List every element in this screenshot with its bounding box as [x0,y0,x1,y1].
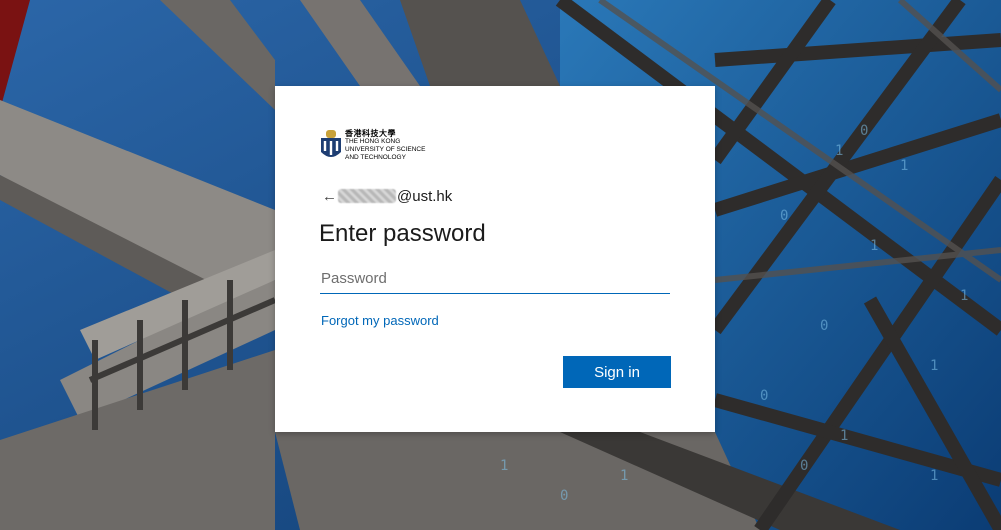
svg-text:1: 1 [835,143,843,159]
sign-in-card: 香港科技大學 THE HONG KONG UNIVERSITY OF SCIEN… [275,86,715,432]
identity-banner: ← @ust.hk [322,186,452,206]
svg-text:1: 1 [870,238,878,254]
svg-text:0: 0 [820,318,828,334]
svg-text:1: 1 [930,358,938,374]
redacted-username [338,189,396,203]
svg-text:1: 1 [620,468,628,484]
svg-text:0: 0 [760,388,768,404]
svg-text:0: 0 [860,123,868,139]
svg-text:1: 1 [900,158,908,174]
email-domain: @ust.hk [397,187,453,205]
svg-text:0: 0 [560,488,568,504]
hkust-logo-icon [321,130,341,157]
left-arrow-icon[interactable]: ← [322,188,338,205]
svg-text:0: 0 [780,208,788,224]
password-input[interactable] [320,263,670,294]
forgot-password-link[interactable]: Forgot my password [321,313,439,328]
svg-text:1: 1 [840,428,848,444]
svg-text:1: 1 [960,288,968,304]
sign-in-button[interactable]: Sign in [563,356,671,388]
university-logo: 香港科技大學 THE HONG KONG UNIVERSITY OF SCIEN… [319,128,449,168]
page-title: Enter password [319,220,486,247]
svg-text:0: 0 [800,458,808,474]
svg-text:1: 1 [500,458,508,474]
svg-text:1: 1 [930,468,938,484]
logo-english-name: THE HONG KONG UNIVERSITY OF SCIENCE AND … [345,138,426,161]
